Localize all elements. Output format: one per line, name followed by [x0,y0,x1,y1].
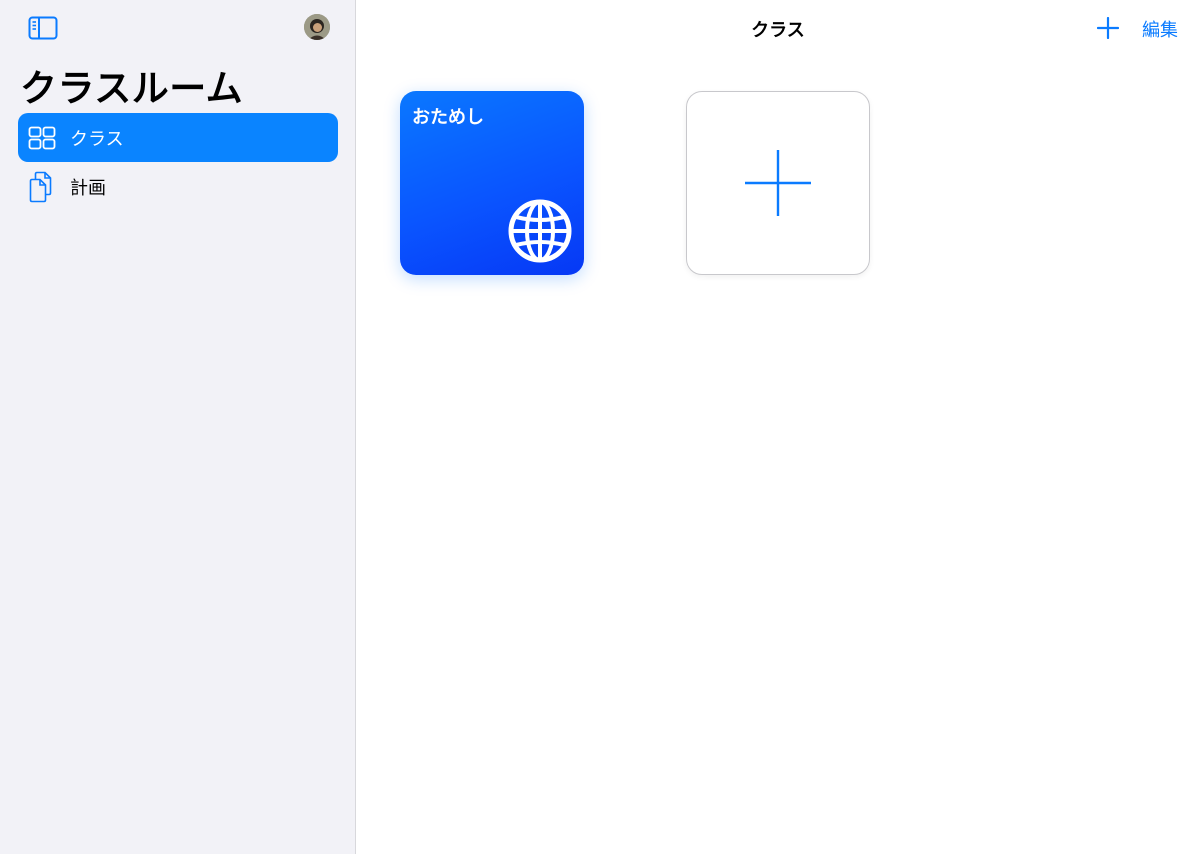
sidebar-icon [28,16,58,40]
sidebar: クラスルーム クラス 計画 [0,0,356,854]
sidebar-item-classes[interactable]: クラス [18,113,338,162]
edit-button[interactable]: 編集 [1142,16,1178,42]
sidebar-toggle-button[interactable] [28,15,58,41]
sidebar-title: クラスルーム [20,67,244,110]
sidebar-nav: クラス 計画 [18,113,338,211]
documents-icon [28,171,56,202]
grid-icon [28,123,56,153]
globe-icon [508,199,572,263]
sidebar-item-label: クラス [70,128,124,150]
avatar-image [304,14,330,40]
sidebar-item-plans[interactable]: 計画 [18,162,338,211]
app-window: クラスルーム クラス 計画 クラス 編集 おためし [0,0,1200,854]
plus-icon [1097,17,1119,39]
add-class-button[interactable] [1096,16,1120,40]
page-title: クラス [751,20,805,41]
main-content: クラス 編集 おためし [356,0,1200,854]
add-class-card[interactable] [686,91,870,275]
sidebar-item-label: 計画 [70,177,106,199]
class-card-title: おためし [412,107,484,128]
avatar[interactable] [304,14,330,40]
class-card[interactable]: おためし [400,91,584,275]
plus-icon [745,150,811,216]
